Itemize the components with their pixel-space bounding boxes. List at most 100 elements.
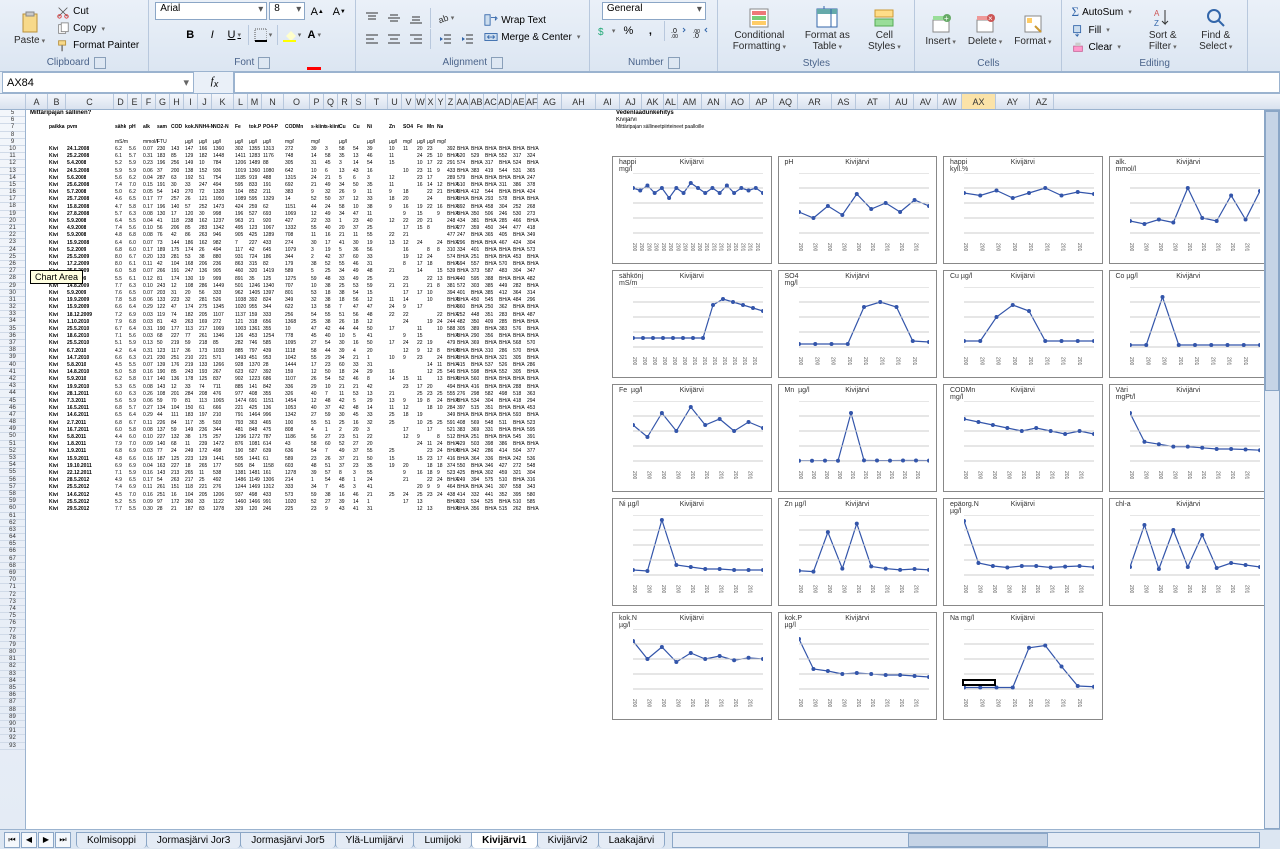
col-header[interactable]: E [128, 94, 142, 109]
row-header[interactable]: 36 [0, 333, 25, 340]
row-header[interactable]: 74 [0, 606, 25, 613]
col-header[interactable]: O [284, 94, 310, 109]
chart[interactable]: Na mg/lKivijärvi200820092009201020102011… [943, 612, 1103, 720]
italic-button[interactable]: I [202, 25, 222, 45]
wrap-text-button[interactable]: Wrap Text [481, 12, 583, 28]
row-header[interactable]: 7 [0, 124, 25, 131]
row-header[interactable]: 76 [0, 620, 25, 627]
row-header[interactable]: 12 [0, 160, 25, 167]
row-header[interactable]: 73 [0, 599, 25, 606]
col-header[interactable]: AA [456, 94, 470, 109]
sheet-tab[interactable]: Kivijärvi2 [537, 832, 599, 848]
col-header[interactable]: AB [470, 94, 484, 109]
align-middle-button[interactable] [384, 8, 404, 28]
col-header[interactable]: D [114, 94, 128, 109]
alignment-dialog-icon[interactable] [491, 57, 503, 69]
row-header[interactable]: 8 [0, 132, 25, 139]
col-header[interactable]: AL [664, 94, 678, 109]
row-header[interactable]: 55 [0, 469, 25, 476]
borders-button[interactable] [253, 25, 273, 45]
row-header[interactable]: 24 [0, 247, 25, 254]
find-select-button[interactable]: Find & Select [1191, 4, 1241, 54]
row-header[interactable]: 35 [0, 326, 25, 333]
row-header[interactable]: 65 [0, 541, 25, 548]
cells-area[interactable]: Mittäripajan sällinen? Vedenlaadunkehity… [26, 110, 1280, 829]
tab-nav-next[interactable]: ▶ [38, 832, 54, 848]
col-header[interactable]: L [234, 94, 248, 109]
sheet-tab[interactable]: Laakajärvi [598, 832, 666, 848]
row-header[interactable]: 52 [0, 448, 25, 455]
row-header[interactable]: 19 [0, 211, 25, 218]
row-header[interactable]: 79 [0, 642, 25, 649]
row-header[interactable]: 30 [0, 290, 25, 297]
row-header[interactable]: 27 [0, 268, 25, 275]
row-header[interactable]: 23 [0, 239, 25, 246]
chart[interactable]: alk. mmol/lKivijärvi20082008200920092010… [1109, 156, 1269, 264]
row-header[interactable]: 18 [0, 203, 25, 210]
bold-button[interactable]: B [180, 25, 200, 45]
row-header[interactable]: 77 [0, 628, 25, 635]
col-header[interactable]: AC [484, 94, 498, 109]
chart[interactable]: Mn µg/lKivijärvi200820082009200920102010… [778, 384, 938, 492]
row-header[interactable]: 58 [0, 491, 25, 498]
sort-filter-button[interactable]: AZSort & Filter [1139, 4, 1187, 54]
shrink-font-button[interactable]: A▼ [329, 2, 349, 22]
col-header[interactable]: AY [996, 94, 1030, 109]
col-header[interactable]: P [310, 94, 324, 109]
chart[interactable]: Ni µg/lKivijärvi200820082009200920102010… [612, 498, 772, 606]
select-all-corner[interactable] [0, 94, 26, 109]
chart[interactable]: happi mg/lKivijärvi200820082008200820082… [612, 156, 772, 264]
col-header[interactable]: J [198, 94, 212, 109]
row-header[interactable]: 83 [0, 671, 25, 678]
col-header[interactable]: AH [562, 94, 596, 109]
row-header[interactable]: 75 [0, 613, 25, 620]
chart[interactable]: Co µg/lKivijärvi200820092009201020102011… [1109, 270, 1269, 378]
col-header[interactable]: AJ [620, 94, 642, 109]
col-header[interactable]: AP [750, 94, 774, 109]
row-header[interactable]: 82 [0, 663, 25, 670]
chart[interactable]: chl-aKivijärvi20082008200920092010201020… [1109, 498, 1269, 606]
col-header[interactable]: AN [702, 94, 726, 109]
row-header[interactable]: 57 [0, 484, 25, 491]
col-header[interactable]: AG [538, 94, 562, 109]
chart[interactable]: Väri mgPt/lKivijärvi20082008200920092010… [1109, 384, 1269, 492]
row-header[interactable]: 29 [0, 283, 25, 290]
grow-font-button[interactable]: A▲ [307, 2, 327, 22]
row-header[interactable]: 56 [0, 477, 25, 484]
dec-indent-button[interactable] [435, 29, 455, 49]
row-header[interactable]: 71 [0, 584, 25, 591]
row-header[interactable]: 13 [0, 168, 25, 175]
row-header[interactable]: 53 [0, 455, 25, 462]
col-header[interactable]: Q [324, 94, 338, 109]
insert-button[interactable]: +Insert [921, 10, 960, 49]
col-header[interactable]: Y [436, 94, 446, 109]
autosum-button[interactable]: ΣAutoSum [1068, 3, 1134, 21]
row-header[interactable]: 26 [0, 261, 25, 268]
sheet-tab[interactable]: Ylä-Lumijärvi [335, 832, 415, 848]
format-table-button[interactable]: Format as Table [798, 4, 856, 54]
row-header[interactable]: 67 [0, 556, 25, 563]
col-header[interactable]: S [352, 94, 366, 109]
col-header[interactable]: AW [938, 94, 962, 109]
row-header[interactable]: 14 [0, 175, 25, 182]
col-header[interactable]: A [26, 94, 48, 109]
col-header[interactable]: M [248, 94, 262, 109]
clipboard-dialog-icon[interactable] [94, 57, 106, 69]
row-header[interactable]: 54 [0, 462, 25, 469]
row-header[interactable]: 80 [0, 649, 25, 656]
number-dialog-icon[interactable] [668, 57, 680, 69]
row-header[interactable]: 38 [0, 347, 25, 354]
align-top-button[interactable] [362, 8, 382, 28]
horizontal-scrollbar[interactable] [672, 832, 1260, 848]
sheet-tab[interactable]: Lumijoki [413, 832, 472, 848]
fill-color-button[interactable] [282, 25, 302, 45]
row-header[interactable]: 21 [0, 225, 25, 232]
col-header[interactable]: F [142, 94, 156, 109]
col-header[interactable]: K [212, 94, 234, 109]
paste-button[interactable]: Paste [10, 9, 49, 48]
col-header[interactable]: AU [890, 94, 914, 109]
row-header[interactable]: 69 [0, 570, 25, 577]
formula-input[interactable] [234, 72, 1280, 93]
chart[interactable]: kok.N µg/lKivijärvi200820082009200920102… [612, 612, 772, 720]
col-header[interactable]: AK [642, 94, 664, 109]
